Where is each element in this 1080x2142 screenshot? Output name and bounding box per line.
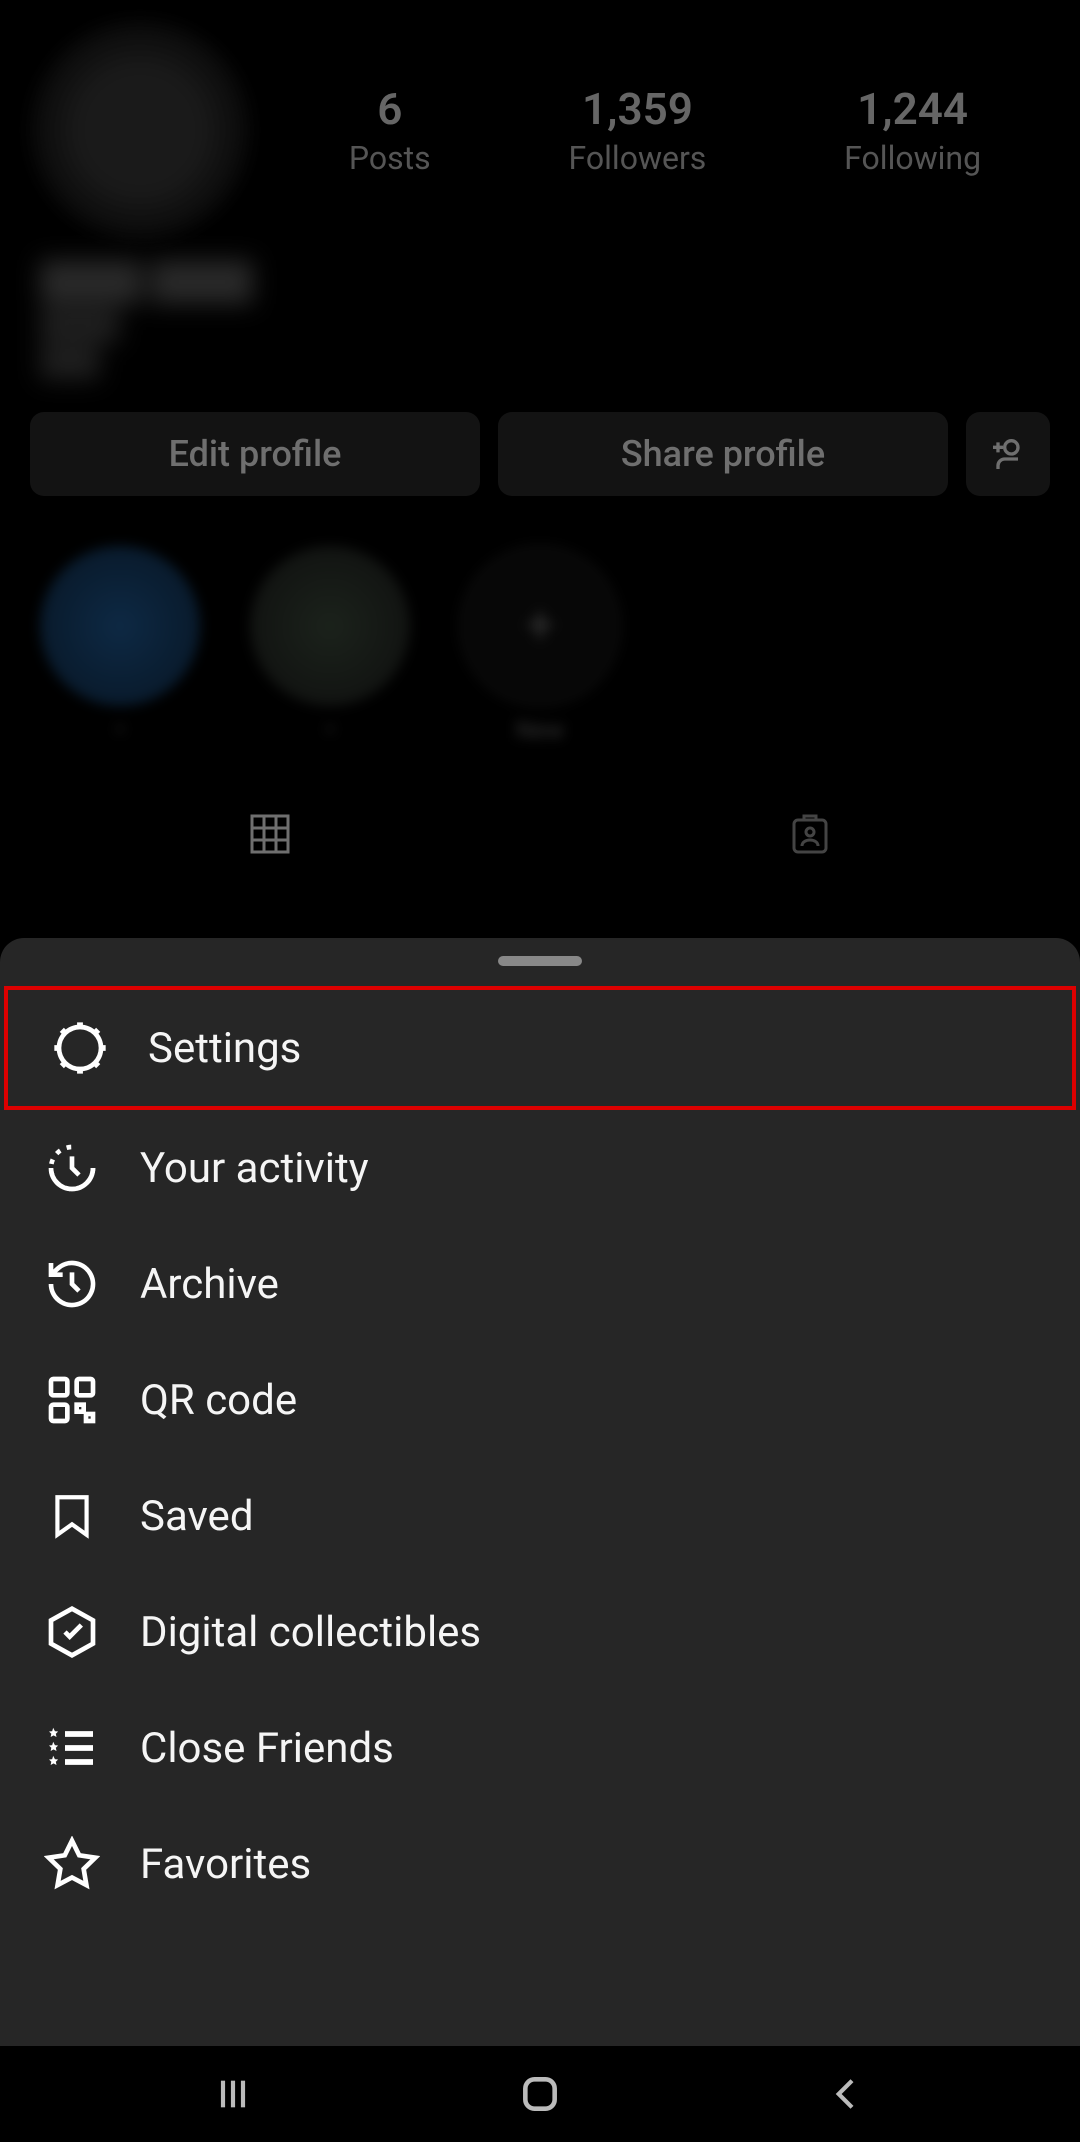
posts-stat[interactable]: 6 Posts — [349, 83, 431, 177]
menu-label: Close Friends — [140, 1724, 394, 1773]
options-bottom-sheet: Settings Your activity Archive — [0, 938, 1080, 2046]
highlight-2-cover — [250, 546, 410, 706]
archive-icon — [44, 1256, 100, 1312]
profile-stats: 6 Posts 1,359 Followers 1,244 Following — [280, 83, 1050, 177]
highlight-2-label: • — [326, 716, 334, 744]
following-stat[interactable]: 1,244 Following — [844, 83, 981, 177]
nav-recents[interactable] — [213, 2074, 253, 2114]
menu-label: Saved — [140, 1492, 254, 1541]
nav-home[interactable] — [518, 2072, 562, 2116]
tab-grid[interactable] — [0, 794, 540, 874]
edit-profile-label: Edit profile — [169, 433, 342, 475]
back-icon — [827, 2074, 867, 2114]
menu-label: Favorites — [140, 1840, 311, 1889]
profile-bio: ████ ████ ████ ███ — [0, 250, 1080, 402]
menu-item-saved[interactable]: Saved — [0, 1458, 1080, 1574]
profile-avatar[interactable] — [30, 20, 250, 240]
highlight-1-cover — [40, 546, 200, 706]
sheet-drag-handle[interactable] — [498, 956, 582, 966]
followers-stat[interactable]: 1,359 Followers — [569, 83, 707, 177]
menu-label: Archive — [140, 1260, 279, 1309]
following-label: Following — [844, 139, 981, 177]
share-profile-label: Share profile — [621, 433, 825, 475]
activity-icon — [44, 1140, 100, 1196]
favorites-icon — [44, 1836, 100, 1892]
menu-item-archive[interactable]: Archive — [0, 1226, 1080, 1342]
highlight-1[interactable]: • — [40, 546, 200, 744]
highlight-new[interactable]: + New — [460, 546, 620, 744]
profile-tabs — [0, 794, 1080, 874]
menu-label: Digital collectibles — [140, 1608, 481, 1657]
tagged-icon — [786, 810, 834, 858]
following-count: 1,244 — [844, 83, 981, 135]
menu-item-closefriends[interactable]: Close Friends — [0, 1690, 1080, 1806]
profile-actions: Edit profile Share profile — [0, 402, 1080, 526]
closefriends-icon — [44, 1720, 100, 1776]
menu-item-favorites[interactable]: Favorites — [0, 1806, 1080, 1922]
nav-back[interactable] — [827, 2074, 867, 2114]
menu-item-qrcode[interactable]: QR code — [0, 1342, 1080, 1458]
story-highlights: • • + New — [0, 526, 1080, 774]
share-profile-button[interactable]: Share profile — [498, 412, 948, 496]
menu-label: QR code — [140, 1376, 297, 1425]
bio-line-2: ███ — [40, 345, 1040, 378]
highlight-new-cover: + — [460, 546, 620, 706]
edit-profile-button[interactable]: Edit profile — [30, 412, 480, 496]
highlight-1-label: • — [116, 716, 124, 744]
tab-tagged[interactable] — [540, 794, 1080, 874]
discover-people-button[interactable] — [966, 412, 1050, 496]
menu-item-collectibles[interactable]: Digital collectibles — [0, 1574, 1080, 1690]
android-nav-bar — [0, 2046, 1080, 2142]
posts-count: 6 — [349, 83, 431, 135]
menu-item-activity[interactable]: Your activity — [0, 1110, 1080, 1226]
bio-name: ████ ████ — [40, 260, 1040, 302]
saved-icon — [44, 1488, 100, 1544]
recents-icon — [213, 2074, 253, 2114]
add-person-icon — [988, 434, 1028, 474]
home-icon — [518, 2072, 562, 2116]
profile-header: 6 Posts 1,359 Followers 1,244 Following — [0, 0, 1080, 250]
settings-icon — [52, 1020, 108, 1076]
menu-label: Settings — [148, 1024, 301, 1073]
menu-label: Your activity — [140, 1144, 369, 1193]
followers-count: 1,359 — [569, 83, 707, 135]
collectibles-icon — [44, 1604, 100, 1660]
menu-item-settings[interactable]: Settings — [4, 986, 1076, 1110]
posts-label: Posts — [349, 139, 431, 177]
highlight-new-label: New — [516, 716, 564, 744]
bio-line-1: ████ — [40, 308, 1040, 341]
qrcode-icon — [44, 1372, 100, 1428]
highlight-2[interactable]: • — [250, 546, 410, 744]
followers-label: Followers — [569, 139, 707, 177]
grid-icon — [246, 810, 294, 858]
